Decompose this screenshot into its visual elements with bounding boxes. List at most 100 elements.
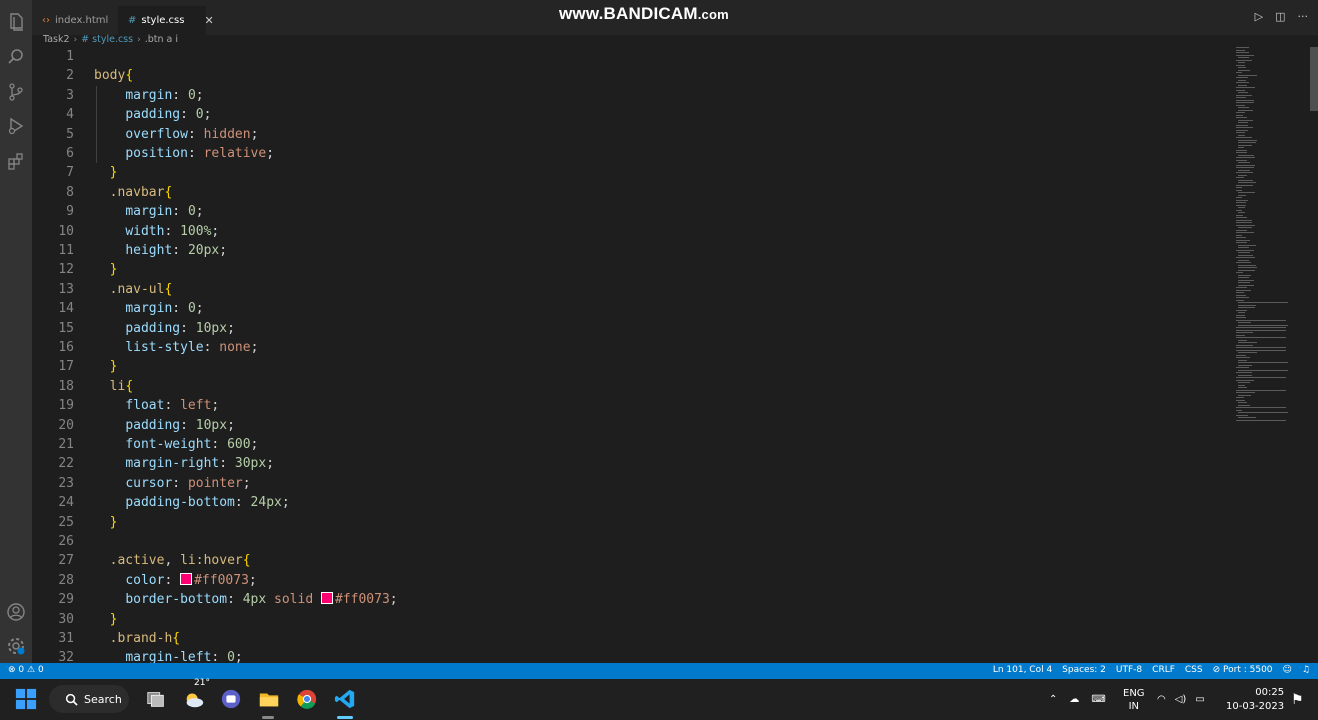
minimap-line (1238, 284, 1254, 286)
color-swatch[interactable] (180, 572, 193, 585)
teams-chat-icon[interactable] (219, 687, 243, 711)
windows-start-icon[interactable] (14, 687, 38, 711)
code-line: 4 padding: 0; (32, 105, 1232, 124)
breadcrumb-folder[interactable]: Task2 (43, 34, 70, 45)
minimap-line (1236, 327, 1286, 328)
code-token: padding-bottom (125, 495, 235, 511)
code-token: #ff0073 (335, 592, 390, 608)
notification-icon[interactable]: ⚑ (1291, 679, 1304, 720)
minimap-line (1236, 242, 1247, 243)
minimap-line (1236, 337, 1286, 338)
code-token: li:hover (180, 553, 243, 569)
minimap-line (1238, 57, 1249, 58)
code-line: 21 font-weight: 600; (32, 435, 1232, 454)
code-token: { (164, 184, 173, 200)
clock[interactable]: 00:25 10-03-2023 (1226, 679, 1284, 720)
minimap-line (1238, 74, 1257, 76)
split-editor-icon[interactable]: ◫ (1275, 10, 1285, 23)
settings-gear-icon[interactable] (4, 634, 28, 658)
code-token: .navbar (109, 184, 165, 200)
search-icon[interactable] (4, 45, 28, 69)
line-number: 18 (58, 378, 74, 394)
code-text: .active, li:hover{ (94, 551, 251, 570)
weather-widget[interactable]: 21° (182, 678, 210, 711)
onedrive-cloud-icon[interactable]: ☁ (1069, 694, 1079, 705)
code-token: padding (125, 107, 181, 123)
minimap-line (1238, 364, 1252, 366)
minimap-line (1236, 239, 1250, 241)
more-actions-icon[interactable]: ··· (1298, 10, 1309, 23)
tab-style-css[interactable]: # style.css ✕ (118, 6, 214, 35)
minimap-line (1238, 412, 1288, 413)
minimap-line (1236, 97, 1246, 98)
minimap-line (1236, 114, 1243, 116)
line-number: 27 (58, 553, 74, 569)
minimap-line (1238, 384, 1245, 386)
run-icon[interactable]: ▷ (1255, 10, 1263, 23)
chevron-right-icon: › (137, 34, 141, 45)
minimap-line (1238, 169, 1250, 171)
code-token: } (109, 359, 118, 375)
color-swatch[interactable] (321, 592, 333, 605)
chrome-icon[interactable] (295, 687, 319, 711)
account-icon[interactable] (4, 600, 28, 624)
minimap-line (1236, 329, 1286, 331)
code-editor[interactable]: 1 2 body{3 margin: 0; 4 padding: 0; 5 overfl… (32, 47, 1310, 663)
minimap-line (1236, 137, 1252, 138)
code-line: 27 .active, li:hover{ (32, 551, 1232, 570)
minimap-line (1238, 192, 1255, 193)
extensions-icon[interactable] (4, 149, 28, 173)
code-text: margin: 0; (94, 299, 203, 318)
minimap-line (1238, 162, 1250, 163)
explorer-icon[interactable] (4, 10, 28, 34)
keyboard-icon[interactable]: ⌨ (1091, 694, 1105, 705)
taskbar-search[interactable]: Search (49, 685, 129, 713)
minimap-line (1238, 244, 1256, 246)
breadcrumb-file[interactable]: # style.css (81, 34, 133, 45)
live-server-port[interactable]: ⊘ Port : 5500 (1213, 665, 1273, 675)
line-number: 23 (58, 475, 74, 491)
encoding[interactable]: UTF-8 (1116, 665, 1142, 675)
feedback-icon[interactable]: ☺ (1283, 665, 1292, 675)
code-line: 3 margin: 0; (32, 86, 1232, 105)
close-icon[interactable]: ✕ (204, 14, 213, 27)
code-token: 600 (227, 437, 251, 452)
task-view-icon[interactable] (144, 687, 168, 711)
run-debug-icon[interactable] (4, 114, 28, 138)
minimap-line (1238, 307, 1255, 308)
code-token: 24px (250, 495, 282, 511)
minimap-line (1236, 189, 1242, 191)
quick-settings[interactable]: ◠ ◁) ▭ (1157, 679, 1205, 720)
minimap[interactable] (1234, 47, 1294, 427)
file-explorer-icon[interactable] (257, 687, 281, 711)
chevron-up-icon[interactable]: ⌃ (1049, 694, 1057, 705)
code-text: font-weight: 600; (94, 435, 258, 454)
cursor-position[interactable]: Ln 101, Col 4 (993, 665, 1052, 675)
breadcrumb-symbol[interactable]: .btn a i (145, 34, 178, 45)
problems-indicator[interactable]: ⊗ 0 ⚠ 0 (8, 665, 44, 675)
minimap-line (1236, 52, 1249, 53)
line-ending[interactable]: CRLF (1152, 665, 1175, 675)
line-number: 26 (58, 534, 74, 549)
code-line: 12 } (32, 260, 1232, 279)
vertical-scrollbar[interactable] (1310, 47, 1318, 111)
source-control-icon[interactable] (4, 80, 28, 104)
language-indicator[interactable]: ENG IN (1123, 679, 1145, 720)
minimap-line (1238, 269, 1255, 271)
minimap-line (1236, 297, 1249, 298)
vscode-icon[interactable] (333, 687, 357, 711)
tab-index-html[interactable]: ‹› index.html (32, 6, 118, 35)
code-line: 26 (32, 532, 1232, 551)
notifications-bell-icon[interactable]: ♫ (1302, 665, 1310, 675)
language-mode[interactable]: CSS (1185, 665, 1203, 675)
code-token: , (164, 553, 181, 569)
minimap-line (1236, 94, 1252, 96)
indentation[interactable]: Spaces: 2 (1062, 665, 1106, 675)
taskbar: Search 21° ⌃ ☁ ⌨ ENG IN ◠ ◁) ▭ 00:25 10-… (0, 678, 1318, 720)
